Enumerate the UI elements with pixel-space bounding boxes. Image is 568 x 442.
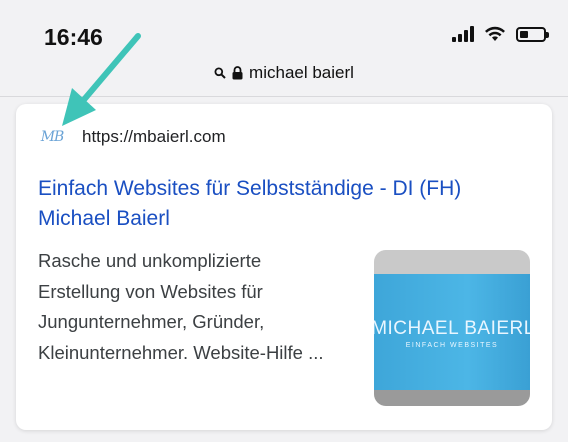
address-bar[interactable]: michael baierl [0,56,568,90]
result-snippet: Rasche und unkomplizierte Erstellung von… [38,250,324,363]
result-site-url[interactable]: https://mbaierl.com [82,127,226,147]
result-site-row[interactable]: MB https://mbaierl.com [38,126,226,148]
thumbnail-brand-text: MICHAEL BAIERL [374,318,530,339]
battery-level [520,30,528,38]
wifi-icon [485,26,505,41]
lock-icon [232,66,243,80]
thumbnail-tagline: EINFACH WEBSITES [405,342,499,349]
result-thumbnail[interactable]: MICHAEL BAIERL EINFACH WEBSITES [374,250,530,406]
address-bar-text: michael baierl [249,63,354,82]
search-result-card[interactable]: MB https://mbaierl.com Einfach Websites … [16,104,552,430]
status-time: 16:46 [44,24,103,50]
result-title-link[interactable]: Einfach Websites für Selbstständige - DI… [38,174,538,234]
status-bar: 16:46 [0,0,568,62]
site-favicon-icon: MB [40,129,65,145]
search-icon [214,67,226,79]
status-icons [452,26,549,42]
toolbar-divider [0,96,568,97]
cellular-signal-icon [452,26,474,42]
thumbnail-bottom-strip [374,390,530,406]
battery-icon [516,26,549,42]
